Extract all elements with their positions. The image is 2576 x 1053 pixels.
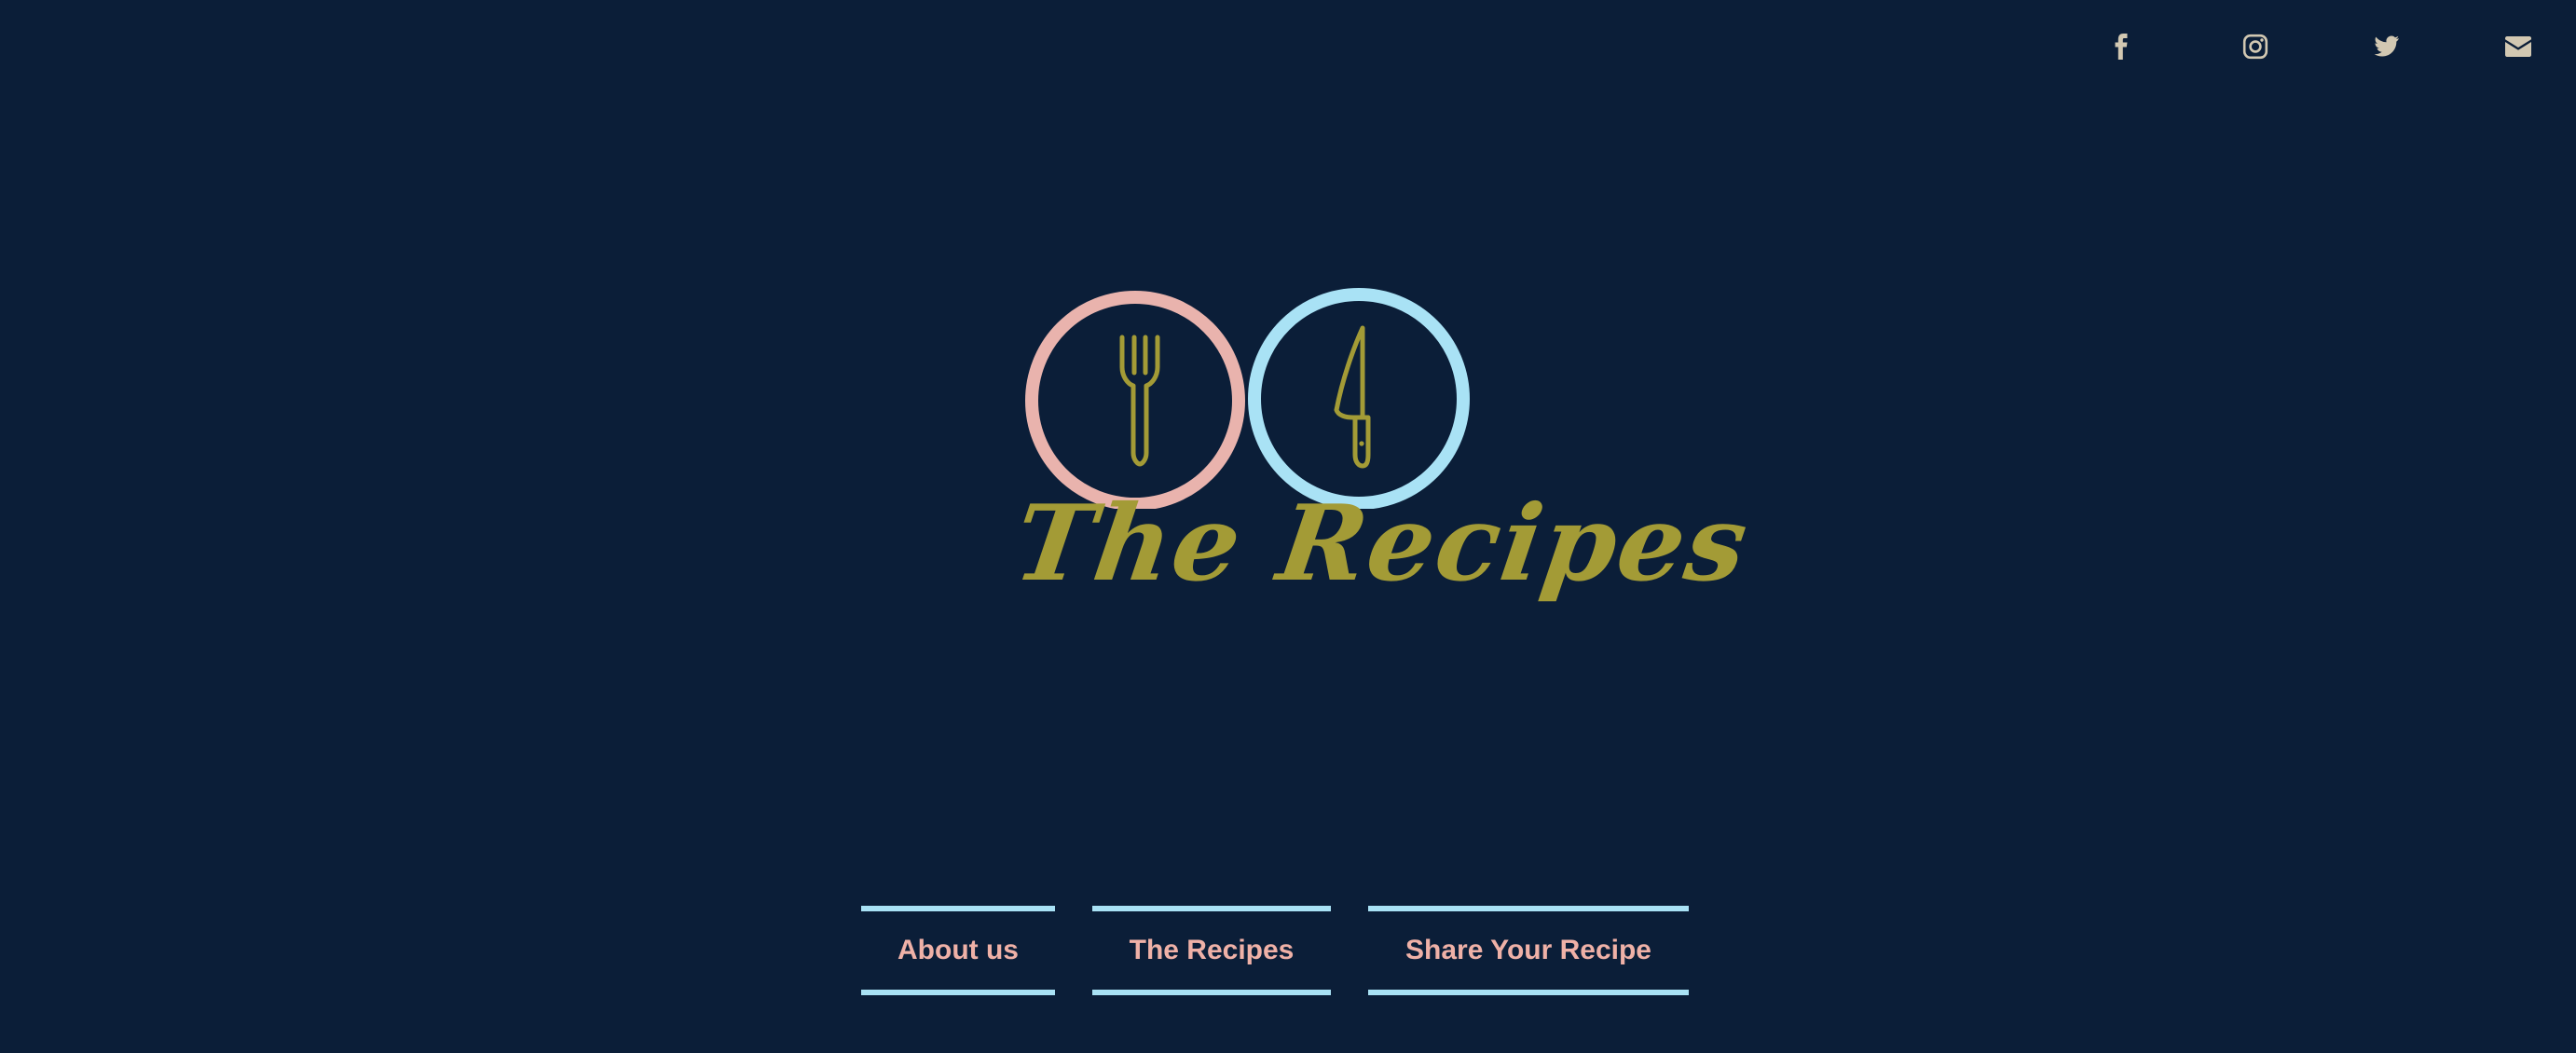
site-logo[interactable]: The Recipes (1007, 285, 1756, 649)
main-nav: About us The Recipes Share Your Recipe (0, 906, 2576, 995)
facebook-icon (2115, 34, 2128, 60)
logo-wordmark: The Recipes (1007, 483, 1757, 605)
twitter-icon (2374, 35, 2399, 57)
email-link[interactable] (2492, 21, 2544, 73)
nav-share-your-recipe[interactable]: Share Your Recipe (1368, 906, 1689, 995)
facebook-link[interactable] (2095, 21, 2147, 73)
nav-the-recipes[interactable]: The Recipes (1092, 906, 1331, 995)
instagram-link[interactable] (2229, 21, 2281, 73)
twitter-link[interactable] (2361, 21, 2413, 73)
knife-icon (1334, 325, 1371, 469)
nav-about-us[interactable]: About us (861, 906, 1055, 995)
email-icon (2505, 36, 2531, 57)
blue-ring (1248, 288, 1470, 509)
fork-icon (1119, 335, 1160, 467)
instagram-icon (2242, 34, 2268, 60)
social-links (0, 21, 2576, 73)
